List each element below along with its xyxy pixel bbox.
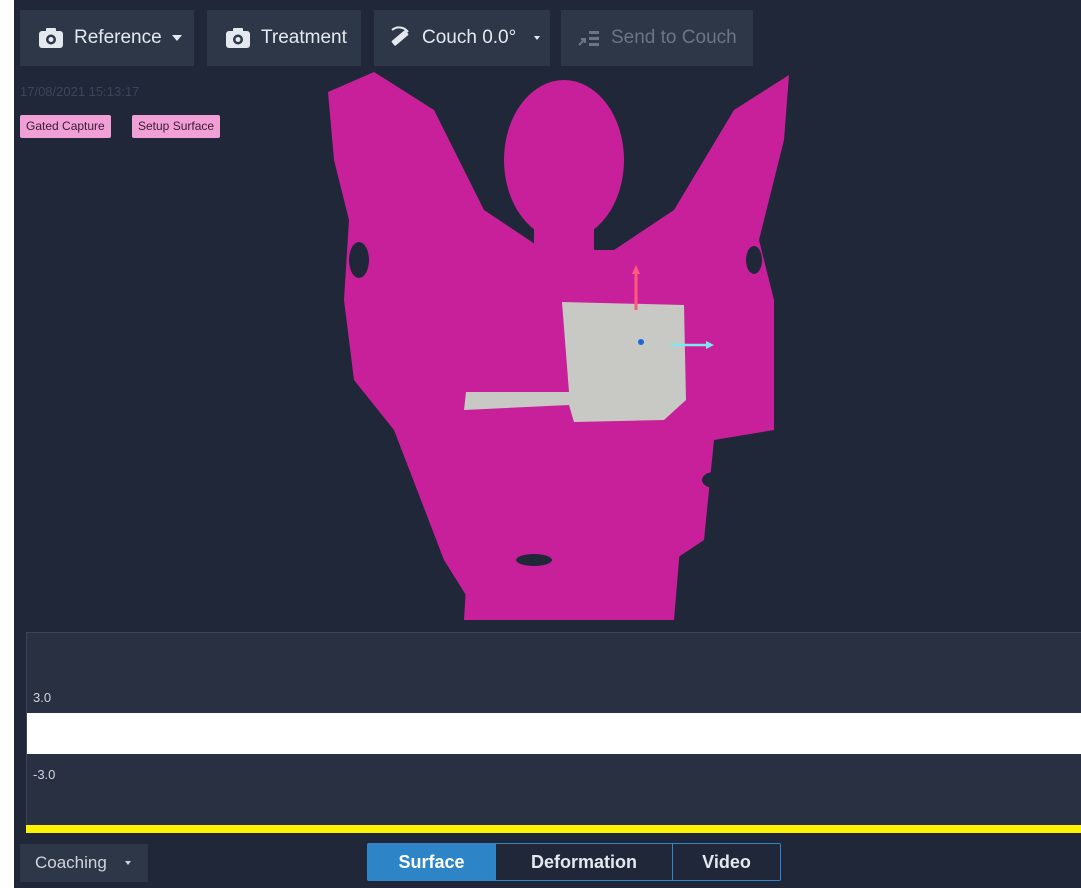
tolerance-band (27, 713, 1081, 754)
motion-graph: 3.0 -3.0 (26, 632, 1081, 833)
surface-3d-viewport[interactable] (14, 0, 1081, 630)
couch-button[interactable]: Couch 0.0° (374, 10, 550, 66)
tab-deformation[interactable]: Deformation (495, 843, 673, 881)
tab-video[interactable]: Video (672, 843, 781, 881)
chevron-down-icon (124, 861, 131, 865)
coaching-label: Coaching (35, 853, 107, 872)
setup-surface-tag: Setup Surface (132, 115, 221, 138)
gated-capture-tag: Gated Capture (20, 115, 111, 138)
couch-rotation-icon (388, 26, 412, 50)
camera-icon (225, 27, 251, 49)
treatment-button[interactable]: Treatment (207, 10, 361, 66)
couch-label: Couch 0.0° (422, 27, 517, 48)
capture-timestamp: 17/08/2021 15:13:17 (20, 84, 140, 99)
reference-button[interactable]: Reference (20, 10, 194, 66)
coaching-dropdown[interactable]: Coaching (20, 844, 148, 882)
send-to-couch-label: Send to Couch (611, 27, 737, 48)
head-surface (504, 80, 624, 240)
send-to-couch-button[interactable]: Send to Couch (561, 10, 753, 66)
upper-threshold-label: 3.0 (33, 690, 52, 705)
send-to-couch-icon (577, 29, 601, 47)
app-window: Reference Treatment Couch 0.0° Send to C… (14, 0, 1081, 888)
camera-icon (38, 27, 64, 49)
origin-marker (638, 339, 644, 345)
tab-surface[interactable]: Surface (367, 843, 496, 881)
chevron-down-icon (171, 35, 182, 41)
tolerance-line (26, 825, 1081, 833)
reference-label: Reference (74, 27, 162, 48)
chevron-down-icon[interactable] (534, 36, 541, 40)
treatment-label: Treatment (261, 27, 347, 48)
lower-threshold-label: -3.0 (33, 767, 56, 782)
